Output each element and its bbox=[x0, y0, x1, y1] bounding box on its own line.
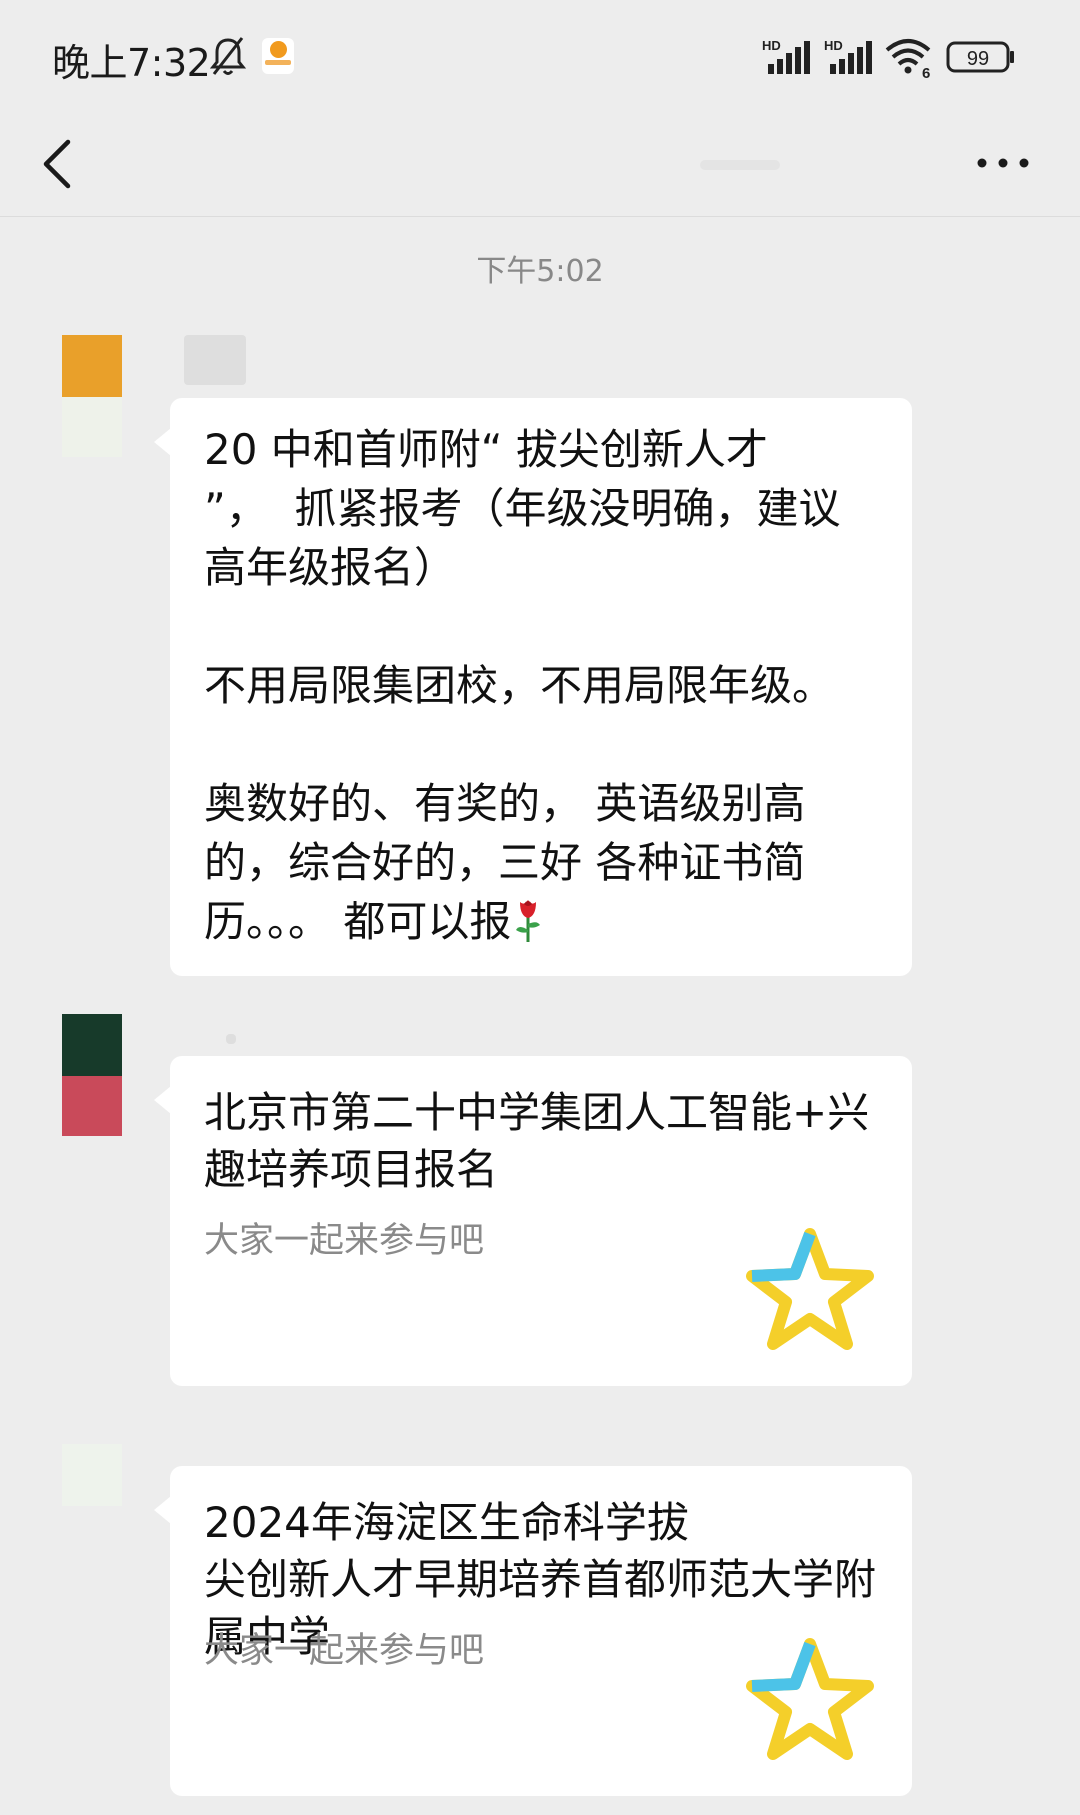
text-message-bubble[interactable]: 20 中和首师附“ 拔尖创新人才 ”， 抓紧报考（年级没明确，建议 高年级报名）… bbox=[154, 398, 912, 976]
rose-icon bbox=[516, 900, 541, 942]
avatar-bottom-block bbox=[62, 1506, 122, 1566]
signal-hd-label: HD bbox=[824, 38, 843, 53]
card-title-line-1: 2024年海淀区生命科学拔 bbox=[204, 1498, 689, 1547]
avatar[interactable] bbox=[62, 1444, 122, 1566]
avatar[interactable] bbox=[62, 335, 122, 457]
avatar-top-block bbox=[62, 1444, 122, 1506]
chat-title-redacted bbox=[700, 160, 780, 170]
message-line: 奥数好的、有奖的， 英语级别高 bbox=[204, 779, 806, 828]
wifi-icon: 6 bbox=[885, 39, 930, 80]
battery-level: 99 bbox=[967, 48, 989, 70]
app-notification-icon bbox=[262, 38, 294, 74]
message-line: 高年级报名） bbox=[204, 543, 457, 592]
status-bar: 晚上7:32 HD HD 6 99 bbox=[0, 0, 1080, 112]
link-card-message[interactable]: 北京市第二十中学集团人工智能+兴趣培养项目报名 大家一起来参与吧 bbox=[154, 1056, 912, 1386]
sender-name-redacted bbox=[184, 335, 246, 385]
signal-strength-icon: HD bbox=[762, 38, 810, 74]
signal-hd-label: HD bbox=[762, 38, 781, 53]
avatar-bottom-block bbox=[62, 397, 122, 457]
chat-timestamp: 下午5:02 bbox=[476, 254, 604, 289]
message-line: 20 中和首师附“ 拔尖创新人才 bbox=[204, 425, 768, 474]
chat-header bbox=[0, 112, 1080, 217]
card-title: 北京市第二十中学集团人工智能+兴趣培养项目报名 bbox=[204, 1088, 870, 1194]
message-text: 20 中和首师附“ 拔尖创新人才 ”， 抓紧报考（年级没明确，建议 高年级报名）… bbox=[170, 398, 912, 973]
avatar-bottom-block bbox=[62, 1076, 122, 1136]
signal-strength-icon: HD bbox=[824, 38, 872, 74]
more-options-icon[interactable] bbox=[976, 148, 1030, 178]
avatar-top-block bbox=[62, 1014, 122, 1076]
message-line: ”， 抓紧报考（年级没明确，建议 bbox=[204, 484, 841, 533]
message-line: 历。。。 都可以报 bbox=[204, 897, 512, 946]
back-arrow-icon[interactable] bbox=[38, 134, 78, 194]
card-description: 大家一起来参与吧 bbox=[204, 1221, 485, 1261]
status-time: 晚上7:32 bbox=[52, 41, 211, 85]
avatar[interactable] bbox=[62, 1014, 122, 1136]
link-card-message[interactable]: 2024年海淀区生命科学拔 尖创新人才早期培养首都师范大学附属中学 大家一起来参… bbox=[154, 1466, 912, 1796]
avatar-top-block bbox=[62, 335, 122, 397]
sender-name-redacted bbox=[226, 1034, 236, 1044]
star-icon bbox=[746, 1638, 874, 1760]
battery-icon: 99 bbox=[946, 41, 1014, 73]
wifi-badge: 6 bbox=[922, 65, 930, 80]
star-icon bbox=[746, 1228, 874, 1350]
bell-muted-icon bbox=[209, 37, 247, 75]
message-line: 的，综合好的，三好 各种证书简 bbox=[204, 838, 806, 887]
message-line: 不用局限集团校，不用局限年级。 bbox=[204, 661, 835, 710]
card-description: 大家一起来参与吧 bbox=[204, 1631, 485, 1671]
